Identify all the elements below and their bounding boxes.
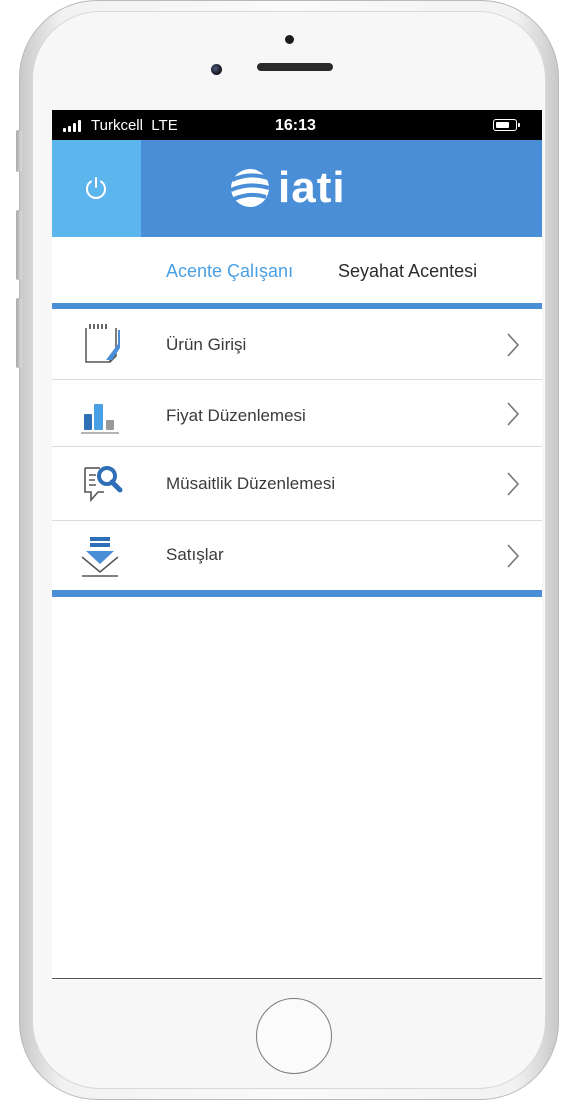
menu-item-label: Ürün Girişi	[166, 335, 247, 354]
menu-item-label: Müsaitlik Düzenlemesi	[166, 474, 336, 493]
front-camera	[211, 64, 222, 75]
download-tray-icon	[81, 537, 119, 577]
volume-up-button	[16, 210, 22, 280]
user-type-tabs: Acente Çalışanı Seyahat Acentesi	[52, 237, 542, 303]
menu-item-musaitlik-duzenlemesi[interactable]: Müsaitlik Düzenlemesi	[52, 447, 542, 521]
menu-item-label: Satışlar	[166, 545, 224, 564]
menu-item-urun-girisi[interactable]: Ürün Girişi	[52, 309, 542, 380]
proximity-sensor	[285, 35, 294, 44]
battery-level	[495, 121, 509, 128]
logout-button[interactable]	[52, 140, 141, 237]
menu-item-label: Fiyat Düzenlemesi	[166, 406, 306, 425]
app-logo: iati	[226, 158, 346, 218]
volume-down-button	[16, 298, 22, 368]
menu-item-satislar[interactable]: Satışlar	[52, 521, 542, 590]
product-entry-icon	[85, 324, 120, 363]
menu-bottom-bar	[52, 590, 542, 597]
status-time: 16:13	[275, 117, 316, 134]
logo-text: iati	[278, 163, 346, 212]
screen: Turkcell LTE 16:13 iati Acente Çalışanı …	[52, 110, 542, 980]
chevron-right-icon	[507, 544, 520, 568]
signal-bars-icon	[63, 120, 81, 132]
status-bar: Turkcell LTE 16:13	[52, 110, 542, 140]
mute-switch	[16, 130, 22, 172]
network-type: LTE	[151, 117, 178, 134]
battery-icon	[493, 119, 520, 131]
tab-seyahat-acentesi[interactable]: Seyahat Acentesi	[338, 261, 477, 282]
main-menu: Ürün Girişi Fiyat Düzenlemesi Müsaitlik …	[52, 309, 542, 590]
earpiece-speaker	[257, 63, 333, 71]
carrier-label: Turkcell LTE	[91, 117, 178, 134]
chevron-right-icon	[507, 472, 520, 496]
app-header: iati	[52, 140, 542, 237]
bar-chart-icon	[81, 404, 119, 434]
power-icon	[86, 177, 106, 199]
tab-acente-calisani[interactable]: Acente Çalışanı	[166, 261, 293, 282]
screen-bottom-edge	[52, 978, 542, 979]
document-search-icon	[84, 466, 123, 503]
carrier-name: Turkcell	[91, 117, 143, 134]
home-button[interactable]	[256, 998, 332, 1074]
chevron-right-icon	[507, 333, 520, 357]
chevron-right-icon	[507, 402, 520, 426]
menu-item-fiyat-duzenlemesi[interactable]: Fiyat Düzenlemesi	[52, 380, 542, 447]
iati-logo-icon	[230, 169, 270, 207]
